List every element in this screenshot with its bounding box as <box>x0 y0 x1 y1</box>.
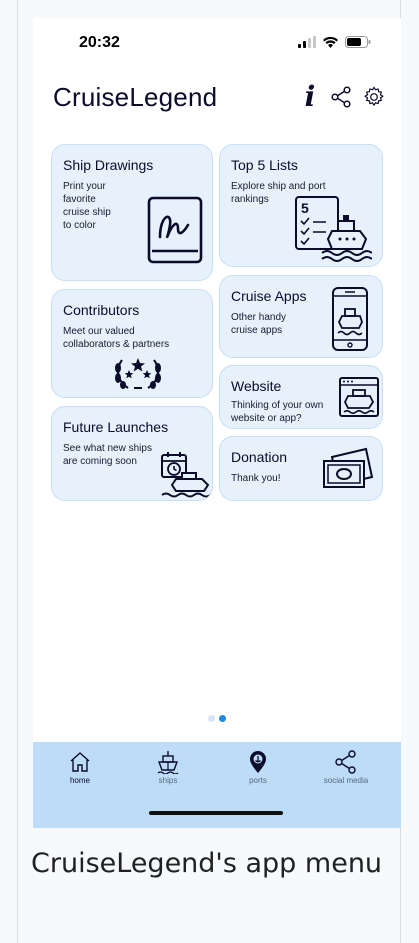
card-title: Ship Drawings <box>63 157 154 173</box>
subtitle-line: cruise ship <box>63 207 111 218</box>
card-contributors[interactable]: Contributors Meet our valued collaborato… <box>51 289 213 398</box>
browser-ship-icon <box>339 377 379 417</box>
tab-home[interactable]: home <box>45 750 115 785</box>
figure-caption: CruiseLegend's app menu <box>31 848 383 879</box>
gear-icon <box>364 86 384 106</box>
tab-ports[interactable]: ports <box>223 750 293 785</box>
subtitle-line: Meet our valued <box>63 326 135 337</box>
subtitle-line: collaborators & partners <box>63 339 170 350</box>
subtitle-line: Print your <box>63 181 106 192</box>
card-subtitle: Meet our valued collaborators & partners <box>63 325 169 351</box>
calendar-ship-icon <box>161 452 211 498</box>
money-bill-icon <box>323 447 374 488</box>
bottom-tab-bar: home ships ports social media <box>33 742 401 828</box>
status-time: 20:32 <box>79 34 120 51</box>
card-website[interactable]: Website Thinking of your own website or … <box>219 365 383 429</box>
status-icons <box>298 36 371 48</box>
card-title: Donation <box>231 449 288 465</box>
subtitle-line: Thinking of your own <box>231 400 324 411</box>
info-button[interactable]: i <box>299 80 321 114</box>
subtitle-line: favorite <box>63 194 96 205</box>
card-title: Top 5 Lists <box>231 157 298 173</box>
share-icon <box>331 86 351 108</box>
card-subtitle: Other handy cruise apps <box>231 311 286 337</box>
tab-label: home <box>69 776 90 785</box>
tab-label: ports <box>249 776 267 785</box>
status-bar: 20:32 <box>33 18 401 72</box>
card-top-5-lists[interactable]: Top 5 Lists Explore ship and port rankin… <box>219 144 383 267</box>
settings-button[interactable] <box>363 80 385 114</box>
phone-screen: 20:32 CruiseLegend i Ship Drawings Print… <box>33 18 401 828</box>
share-button[interactable] <box>331 80 353 114</box>
tab-label: social media <box>323 776 369 785</box>
tab-ships[interactable]: ships <box>133 750 203 785</box>
subtitle-line: Other handy <box>231 312 287 323</box>
home-icon <box>70 752 90 772</box>
tab-label: ships <box>158 776 178 785</box>
wifi-icon <box>323 36 338 48</box>
ranking-list-icon: 5 <box>295 196 372 262</box>
page-indicator[interactable] <box>33 715 401 722</box>
subtitle-line: are coming soon <box>63 456 137 467</box>
card-title: Website <box>231 378 282 394</box>
home-indicator[interactable] <box>149 811 283 815</box>
card-ship-drawings[interactable]: Ship Drawings Print your favorite cruise… <box>51 144 213 281</box>
signal-icon <box>298 36 316 48</box>
subtitle-line: website or app? <box>231 413 302 424</box>
subtitle-line: Explore ship and port <box>231 181 326 192</box>
ship-icon <box>157 751 179 774</box>
share-icon <box>335 750 356 774</box>
card-donation[interactable]: Donation Thank you! <box>219 436 383 501</box>
subtitle-line: cruise apps <box>231 325 283 336</box>
page-dot[interactable] <box>208 715 215 722</box>
card-subtitle: Print your favorite cruise ship to color <box>63 180 111 232</box>
port-pin-icon <box>250 751 266 773</box>
card-subtitle: See what new ships are coming soon <box>63 442 152 468</box>
tab-social-media[interactable]: social media <box>311 750 381 785</box>
card-cruise-apps[interactable]: Cruise Apps Other handy cruise apps <box>219 275 383 358</box>
laurel-stars-icon <box>115 358 161 389</box>
card-title: Future Launches <box>63 419 169 435</box>
header-actions: i <box>299 80 385 114</box>
card-title: Cruise Apps <box>231 288 307 304</box>
app-title: CruiseLegend <box>53 82 218 112</box>
sketchbook-icon <box>147 196 203 264</box>
svg-text:5: 5 <box>301 200 309 216</box>
card-title: Contributors <box>63 302 140 318</box>
info-icon: i <box>304 80 316 113</box>
app-header: CruiseLegend i <box>33 76 401 126</box>
subtitle-line: Thank you! <box>231 473 281 484</box>
card-subtitle: Thank you! <box>231 472 280 485</box>
phone-ship-icon <box>332 287 368 351</box>
subtitle-line: See what new ships <box>63 443 152 454</box>
card-future-launches[interactable]: Future Launches See what new ships are c… <box>51 406 213 501</box>
subtitle-line: to color <box>63 220 96 231</box>
card-subtitle: Thinking of your own website or app? <box>231 399 323 425</box>
battery-icon <box>345 36 371 48</box>
page-dot-active[interactable] <box>219 715 226 722</box>
